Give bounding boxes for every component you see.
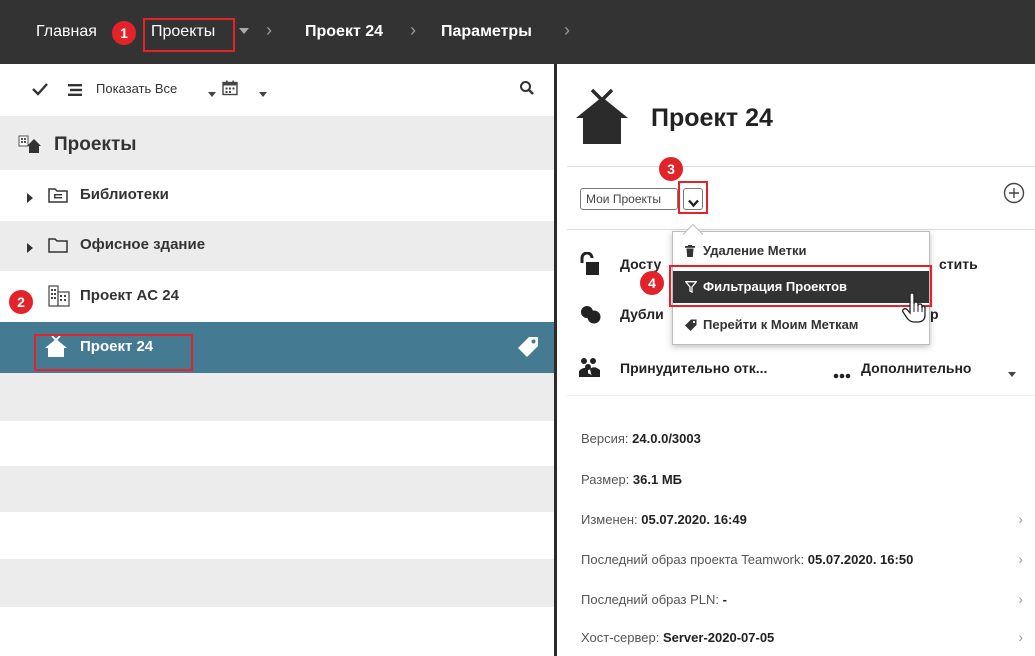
library-folder-icon [48,186,68,209]
callout-box-4 [669,265,932,307]
tree-item-label: Проект AC 24 [80,287,179,304]
info-host-row[interactable]: Хост-сервер: Server-2020-07-05 › [567,618,1035,656]
page-title: Проект 24 [651,104,773,132]
duplicate-action[interactable]: Дубли [620,306,664,322]
expand-arrow-icon[interactable] [26,240,34,258]
house-icon [574,88,630,151]
callout-box-1 [143,18,235,52]
chevron-right-icon: › [266,20,272,40]
hand-cursor-icon [902,292,926,328]
force-action[interactable]: Принудительно отк... [620,360,767,376]
menu-pointer [682,222,704,240]
separator [567,166,1035,167]
tree-root-label: Проекты [54,134,137,155]
tree-item-label: Офисное здание [80,236,206,253]
project-filter-select[interactable]: Мои Проекты [580,188,678,210]
tree-toolbar: Показать Все [0,64,554,116]
chevron-right-icon: › [1018,591,1023,607]
info-version: Версия: 24.0.0/3003 [581,431,701,446]
duplicate-icon [580,305,602,330]
chevron-right-icon: › [1018,551,1023,567]
show-all-filter[interactable]: Показать Все [96,81,177,96]
expand-arrow-icon[interactable] [26,190,34,208]
info-teamwork-row[interactable]: Последний образ проекта Teamwork: 05.07.… [567,540,1035,580]
tree-item-office-building[interactable]: Офисное здание [0,221,554,271]
caret-down-icon[interactable] [1008,365,1016,383]
menu-item-remove-tag[interactable]: Удаление Метки [673,235,929,267]
empty-row [0,373,554,421]
info-teamwork: Последний образ проекта Teamwork: 05.07.… [581,552,914,567]
chevron-right-icon: › [564,20,570,40]
breadcrumb-settings[interactable]: Параметры [441,22,532,42]
breadcrumb-home[interactable]: Главная [36,22,97,42]
calendar-icon[interactable] [222,80,238,101]
breadcrumb-project[interactable]: Проект 24 [305,22,383,42]
chevron-right-icon: › [410,20,416,40]
checkmark-icon[interactable] [32,82,48,101]
empty-row [0,512,554,559]
project-filter-value: Мои Проекты [586,192,661,206]
users-icon [578,357,602,382]
separator [567,395,1035,396]
chevron-right-icon: › [1018,629,1023,645]
add-circle-icon[interactable] [1003,182,1025,209]
tag-icon[interactable] [517,336,539,363]
empty-row [0,559,554,607]
caret-down-icon[interactable] [208,85,216,103]
info-modified-row[interactable]: Изменен: 05.07.2020. 16:49 › [567,500,1035,540]
caret-down-icon[interactable] [238,24,250,43]
info-modified: Изменен: 05.07.2020. 16:49 [581,512,747,527]
tag-icon [685,319,697,334]
trash-icon [685,245,695,260]
callout-badge-2: 2 [9,290,33,314]
access-action-tail[interactable]: стить [939,256,978,272]
empty-row [0,466,554,512]
callout-badge-1: 1 [112,21,136,45]
info-host: Хост-сервер: Server-2020-07-05 [581,630,775,645]
tree-root[interactable]: Проекты [0,116,554,170]
tree-item-project-ac-24[interactable]: Проект AC 24 [0,271,554,322]
access-action[interactable]: Досту [620,256,661,272]
callout-badge-4: 4 [640,271,664,295]
callout-badge-3: 3 [659,157,683,181]
callout-box-2 [34,334,193,371]
more-dots-icon [833,366,851,384]
separator [567,229,1035,230]
tree-item-libraries[interactable]: Библиотеки [0,170,554,221]
caret-down-icon[interactable] [259,85,267,103]
callout-box-3 [678,181,708,214]
more-action[interactable]: Дополнительно [861,360,971,376]
list-icon[interactable] [68,83,82,101]
tree-item-label: Библиотеки [80,186,169,203]
info-size: Размер: 36.1 МБ [581,472,683,487]
duplicate-action-tail[interactable]: р [930,306,939,322]
projects-icon [18,134,44,159]
folder-icon [48,236,68,259]
info-pln: Последний образ PLN: - [581,592,727,607]
empty-row [0,421,554,466]
search-icon[interactable] [519,80,535,101]
building-icon [48,285,70,312]
chevron-right-icon: › [1018,511,1023,527]
empty-row [0,607,554,656]
info-pln-row[interactable]: Последний образ PLN: - › [567,580,1035,618]
unlock-icon [578,251,600,281]
menu-item-go-to-my-tags[interactable]: Перейти к Моим Меткам [673,309,929,341]
